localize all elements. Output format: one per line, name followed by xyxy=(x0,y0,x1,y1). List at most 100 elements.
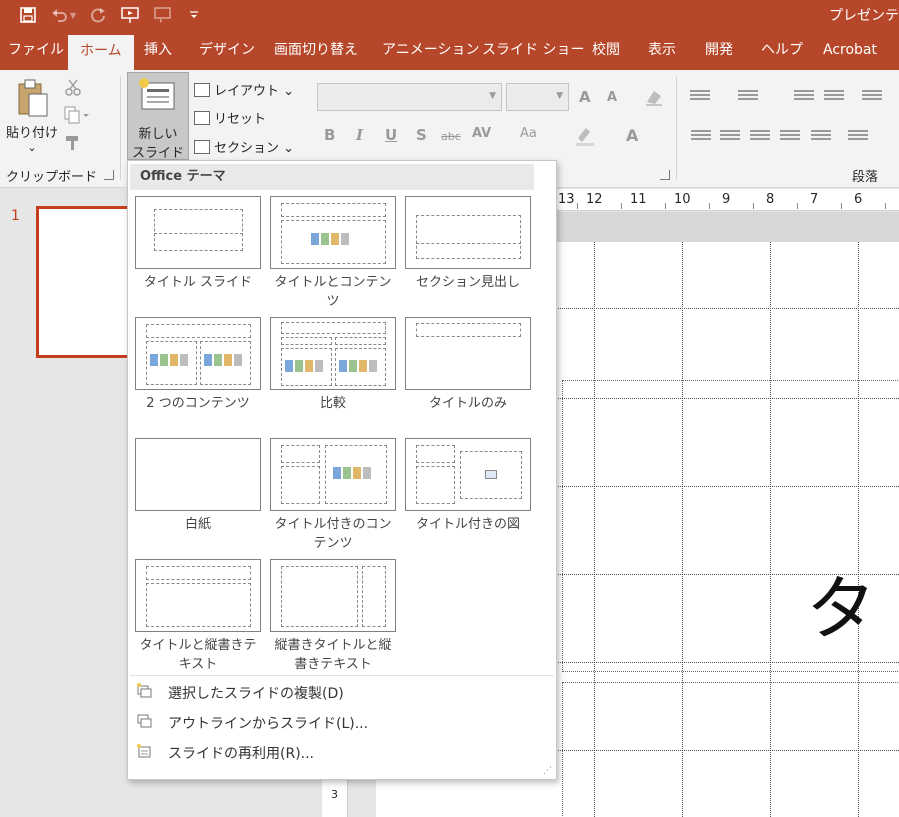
tab-animations[interactable]: アニメーション xyxy=(382,31,479,70)
layout-thumbnail xyxy=(135,559,261,632)
layout-content-with-caption[interactable]: タイトル付きのコンテンツ xyxy=(270,438,396,553)
bullets-icon[interactable] xyxy=(690,90,710,104)
present-from-start-icon[interactable] xyxy=(116,3,144,27)
duplicate-slide-icon xyxy=(137,683,152,698)
reset-icon xyxy=(194,110,210,125)
line-spacing-icon[interactable] xyxy=(862,90,882,104)
section-button[interactable]: セクション ⌄ xyxy=(194,137,294,156)
paste-button[interactable]: 貼り付け ⌄ xyxy=(4,78,60,154)
strikethrough-button[interactable]: abc xyxy=(441,130,461,143)
character-spacing-button[interactable]: AV xyxy=(472,126,491,141)
customize-qat-icon[interactable] xyxy=(180,3,208,27)
shadow-button[interactable]: S xyxy=(416,126,427,144)
new-slide-icon xyxy=(139,78,175,110)
font-size-combobox[interactable]: ▼ xyxy=(506,83,569,111)
resize-grip-icon[interactable]: ⋰ xyxy=(543,766,552,776)
editor-gray-margin xyxy=(556,212,899,242)
reset-label: リセット xyxy=(214,112,267,127)
subtitle-placeholder[interactable] xyxy=(562,682,899,817)
outline-slides-icon xyxy=(137,714,152,728)
columns-icon[interactable] xyxy=(848,130,868,144)
ruler-number: 10 xyxy=(674,192,691,207)
tab-developer[interactable]: 開発 xyxy=(705,31,733,70)
tab-review[interactable]: 校閲 xyxy=(592,31,620,70)
ruler-tick xyxy=(709,203,710,209)
tab-file[interactable]: ファイル xyxy=(8,31,64,70)
layout-label: タイトル付きのコンテンツ xyxy=(274,517,392,551)
grow-font-button[interactable]: A xyxy=(579,88,591,106)
layout-two-content[interactable]: 2 つのコンテンツ xyxy=(135,317,261,413)
layout-button[interactable]: レイアウト ⌄ xyxy=(194,80,294,99)
undo-dropdown-icon[interactable]: ▼ xyxy=(70,11,80,20)
layout-title-slide[interactable]: タイトル スライド xyxy=(135,196,261,292)
align-left-icon[interactable] xyxy=(691,130,711,144)
reset-button[interactable]: リセット xyxy=(194,108,266,127)
distributed-icon[interactable] xyxy=(811,130,831,144)
redo-icon[interactable] xyxy=(84,3,112,27)
justify-icon[interactable] xyxy=(780,130,800,144)
align-center-icon[interactable] xyxy=(720,130,740,144)
slides-from-outline-menu-item[interactable]: アウトラインからスライド(L)... xyxy=(128,707,556,737)
ruler-number: 6 xyxy=(854,192,863,207)
cut-icon[interactable] xyxy=(64,78,82,100)
font-launcher-icon[interactable] xyxy=(660,170,670,180)
layout-title-and-content[interactable]: タイトルとコンテンツ xyxy=(270,196,396,311)
layout-title-and-vertical-text[interactable]: タイトルと縦書きテキスト xyxy=(135,559,261,674)
change-case-button[interactable]: Aa xyxy=(520,126,537,141)
layout-blank[interactable]: 白紙 xyxy=(135,438,261,534)
layout-icon xyxy=(194,82,210,97)
font-name-combobox[interactable]: ▼ xyxy=(317,83,502,111)
tab-insert[interactable]: 挿入 xyxy=(144,31,172,70)
numbering-icon[interactable] xyxy=(738,90,758,104)
tab-design[interactable]: デザイン xyxy=(199,31,255,70)
gallery-header: Office テーマ xyxy=(130,164,534,190)
underline-button[interactable]: U xyxy=(385,126,397,144)
save-icon[interactable] xyxy=(14,3,42,27)
touch-mode-icon[interactable] xyxy=(148,3,176,27)
layout-label: セクション見出し xyxy=(415,275,520,290)
bold-button[interactable]: B xyxy=(324,126,335,144)
new-slide-button[interactable]: 新しい スライド ⌄ xyxy=(127,72,189,176)
font-color-button[interactable]: A xyxy=(626,126,638,145)
tab-slide-show[interactable]: スライド ショー xyxy=(482,31,584,70)
menu-item-label: 選択したスライドの複製(D) xyxy=(168,686,344,702)
align-right-icon[interactable] xyxy=(750,130,770,144)
tab-transitions[interactable]: 画面切り替え xyxy=(274,31,358,70)
decrease-indent-icon[interactable] xyxy=(794,90,814,104)
tab-view[interactable]: 表示 xyxy=(648,31,676,70)
increase-indent-icon[interactable] xyxy=(824,90,844,104)
ruler-number: 12 xyxy=(586,192,603,207)
layout-label: レイアウト ⌄ xyxy=(214,84,295,99)
duplicate-slides-menu-item[interactable]: 選択したスライドの複製(D) xyxy=(128,677,556,707)
clipboard-launcher-icon[interactable] xyxy=(104,170,114,180)
layout-vertical-title-and-text[interactable]: 縦書きタイトルと縦書きテキスト xyxy=(270,559,396,674)
tab-acrobat[interactable]: Acrobat xyxy=(823,31,877,70)
format-painter-icon[interactable] xyxy=(64,134,82,156)
copy-icon[interactable] xyxy=(64,106,90,128)
layout-thumbnail xyxy=(270,196,396,269)
new-slide-gallery: Office テーマ タイトル スライド タイトルとコンテンツ セクション見出し xyxy=(127,160,557,780)
slide-number: 1 xyxy=(11,208,20,224)
highlight-icon[interactable] xyxy=(574,124,596,150)
content-icons xyxy=(311,233,355,247)
layout-thumbnail xyxy=(270,317,396,390)
layout-label: タイトルのみ xyxy=(428,396,507,411)
placeholder-text: タ xyxy=(806,568,876,650)
layout-picture-with-caption[interactable]: タイトル付きの図 xyxy=(405,438,531,534)
layout-thumbnail xyxy=(135,438,261,511)
layout-title-only[interactable]: タイトルのみ xyxy=(405,317,531,413)
layout-comparison[interactable]: 比較 xyxy=(270,317,396,413)
layout-section-header[interactable]: セクション見出し xyxy=(405,196,531,292)
ruler-tick xyxy=(621,203,622,209)
clipboard-icon xyxy=(18,79,48,117)
slide-thumbnail[interactable] xyxy=(36,206,136,358)
italic-button[interactable]: I xyxy=(356,126,363,144)
layout-thumbnail xyxy=(135,196,261,269)
ruler-number: 11 xyxy=(630,192,647,207)
reuse-slides-menu-item[interactable]: スライドの再利用(R)... xyxy=(128,737,556,767)
shrink-font-button[interactable]: A xyxy=(607,90,617,105)
tab-help[interactable]: ヘルプ xyxy=(761,31,803,70)
clear-formatting-icon[interactable] xyxy=(644,88,664,110)
ruler-tick xyxy=(885,203,886,209)
tab-home[interactable]: ホーム xyxy=(68,35,134,70)
